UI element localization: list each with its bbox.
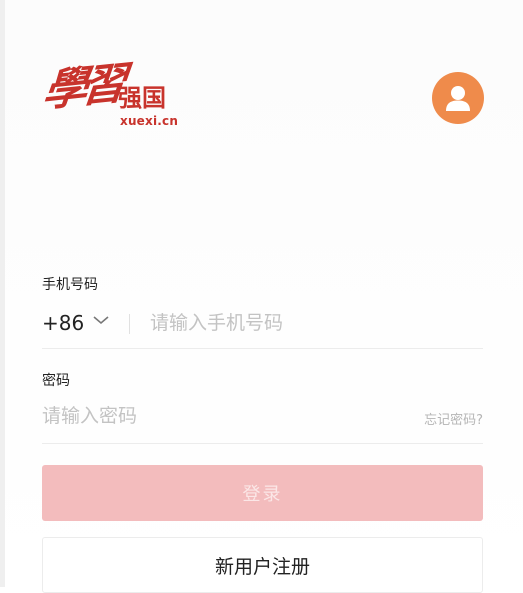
phone-label: 手机号码 bbox=[42, 277, 98, 293]
password-field-row: 忘记密码? bbox=[42, 395, 483, 444]
chevron-down-icon[interactable] bbox=[92, 314, 110, 326]
phone-input[interactable] bbox=[150, 308, 470, 338]
phone-field-row: +86 bbox=[42, 300, 483, 349]
xuexi-logo: 學習 强国 xuexi.cn bbox=[40, 58, 190, 134]
logo-strong-text: 强国 bbox=[118, 84, 166, 112]
forgot-password-link[interactable]: 忘记密码? bbox=[424, 409, 483, 428]
logo-calligraphy: 學習 bbox=[40, 58, 124, 118]
login-button[interactable]: 登录 bbox=[42, 465, 483, 521]
login-screen: 學習 强国 xuexi.cn 手机号码 +86 密码 忘记密码? 登录 新用户注… bbox=[0, 0, 523, 593]
logo-domain-text: xuexi.cn bbox=[120, 114, 179, 128]
user-avatar-button[interactable] bbox=[432, 72, 484, 124]
field-divider bbox=[129, 314, 130, 334]
country-code[interactable]: +86 bbox=[42, 311, 84, 335]
password-label: 密码 bbox=[42, 373, 70, 389]
password-input[interactable] bbox=[42, 401, 382, 431]
user-icon bbox=[446, 86, 470, 111]
register-button[interactable]: 新用户注册 bbox=[42, 537, 483, 593]
left-edge-divider bbox=[0, 0, 5, 587]
